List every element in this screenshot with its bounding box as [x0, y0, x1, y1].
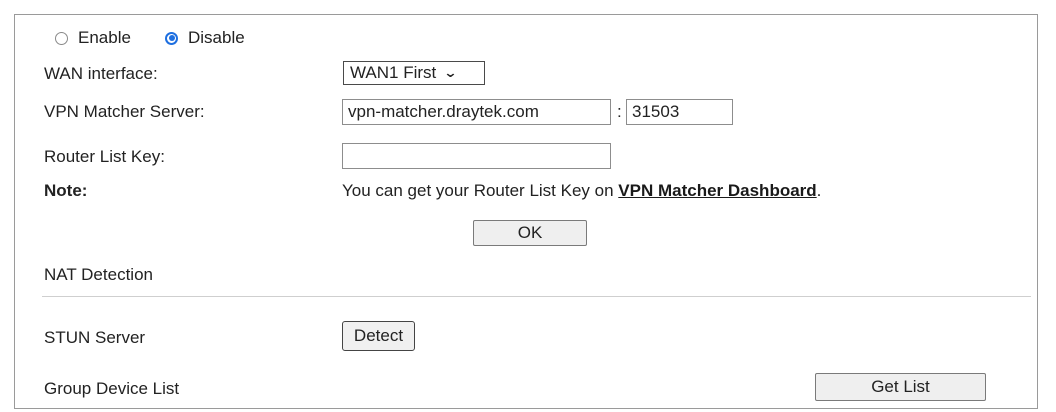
enable-radio[interactable]	[55, 31, 68, 45]
router-list-key-label: Router List Key:	[44, 147, 165, 166]
vpn-matcher-server-label: VPN Matcher Server:	[44, 102, 205, 121]
disable-label: Disable	[188, 28, 245, 47]
port-separator: :	[617, 102, 622, 121]
note-text: You can get your Router List Key on VPN …	[342, 181, 821, 201]
chevron-down-icon: ⌄	[443, 65, 458, 80]
group-device-list-label: Group Device List	[44, 379, 180, 398]
vpn-matcher-host-input[interactable]: vpn-matcher.draytek.com	[342, 99, 611, 125]
enable-label: Enable	[78, 28, 131, 47]
vpn-matcher-panel: Enable Disable WAN interface: WAN1 First…	[14, 14, 1038, 409]
note-text-after: .	[816, 181, 822, 200]
wan-interface-value: WAN1 First	[350, 63, 437, 82]
disable-radio-option[interactable]: Disable	[165, 28, 245, 48]
disable-radio[interactable]	[165, 31, 178, 45]
get-list-button[interactable]: Get List	[815, 373, 986, 401]
vpn-matcher-dashboard-link[interactable]: VPN Matcher Dashboard	[618, 181, 816, 200]
nat-detection-heading: NAT Detection	[44, 265, 153, 284]
ok-button[interactable]: OK	[473, 220, 587, 246]
router-list-key-input[interactable]	[342, 143, 611, 169]
note-text-before: You can get your Router List Key on	[342, 181, 619, 200]
note-label: Note:	[44, 181, 88, 200]
wan-interface-label: WAN interface:	[44, 64, 158, 83]
detect-button[interactable]: Detect	[342, 321, 415, 351]
vpn-matcher-port-input[interactable]: 31503	[626, 99, 733, 125]
stun-server-label: STUN Server	[44, 328, 146, 347]
enable-radio-option[interactable]: Enable	[55, 28, 131, 48]
wan-interface-select[interactable]: WAN1 First ⌄	[343, 61, 485, 85]
section-divider	[42, 296, 1031, 297]
